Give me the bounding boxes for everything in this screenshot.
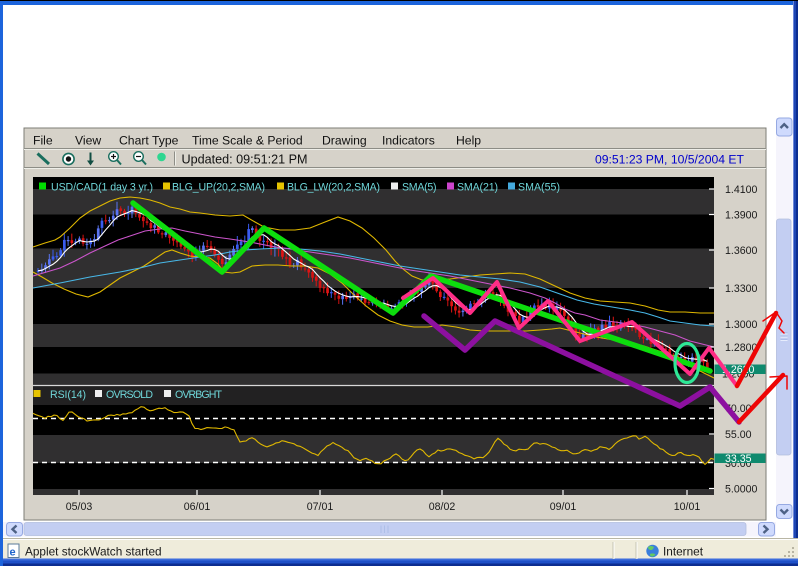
svg-text:Chart Type: Chart Type — [119, 134, 179, 148]
svg-text:Time Scale & Period: Time Scale & Period — [192, 134, 303, 148]
svg-text:e: e — [10, 547, 16, 559]
svg-text:1.3000: 1.3000 — [725, 319, 758, 331]
svg-text:07/01: 07/01 — [307, 501, 334, 513]
svg-text:55.00: 55.00 — [725, 429, 752, 441]
svg-text:08/02: 08/02 — [429, 501, 456, 513]
svg-text:1.3900: 1.3900 — [725, 209, 758, 221]
svg-text:5.0000: 5.0000 — [725, 483, 758, 495]
svg-text:10/01: 10/01 — [674, 501, 701, 513]
svg-text:Applet stockWatch started: Applet stockWatch started — [25, 545, 162, 559]
svg-text:USD/CAD(1 day 3 yr.): USD/CAD(1 day 3 yr.) — [51, 182, 153, 194]
svg-text:33.35: 33.35 — [725, 453, 752, 465]
svg-text:BLG_LW(20,2,SMA): BLG_LW(20,2,SMA) — [287, 182, 380, 194]
svg-text:05/03: 05/03 — [66, 501, 93, 513]
svg-text:SMA(5): SMA(5) — [402, 182, 437, 194]
svg-text:File: File — [33, 134, 53, 148]
svg-text:BLG_UP(20,2,SMA): BLG_UP(20,2,SMA) — [172, 182, 265, 194]
svg-text:06/01: 06/01 — [184, 501, 211, 513]
svg-text:1.3300: 1.3300 — [725, 283, 758, 295]
svg-text:09:51:23 PM, 10/5/2004 ET: 09:51:23 PM, 10/5/2004 ET — [595, 153, 745, 167]
svg-text:Drawing: Drawing — [322, 134, 367, 148]
svg-text:SMA(21): SMA(21) — [457, 182, 498, 194]
svg-text:1.3600: 1.3600 — [725, 245, 758, 257]
svg-text:OVRSOLD: OVRSOLD — [106, 389, 153, 401]
svg-text:1.4100: 1.4100 — [725, 184, 758, 196]
svg-text:09/01: 09/01 — [550, 501, 577, 513]
svg-text:Indicators: Indicators — [382, 134, 435, 148]
svg-text:SMA(55): SMA(55) — [518, 182, 560, 194]
svg-text:View: View — [75, 134, 101, 148]
svg-text:Help: Help — [456, 134, 481, 148]
svg-text:RSI(14): RSI(14) — [50, 389, 86, 401]
svg-text:Internet: Internet — [663, 545, 704, 559]
svg-text:OVRBGHT: OVRBGHT — [175, 389, 223, 401]
svg-text:Updated: 09:51:21 PM: Updated: 09:51:21 PM — [182, 153, 308, 167]
